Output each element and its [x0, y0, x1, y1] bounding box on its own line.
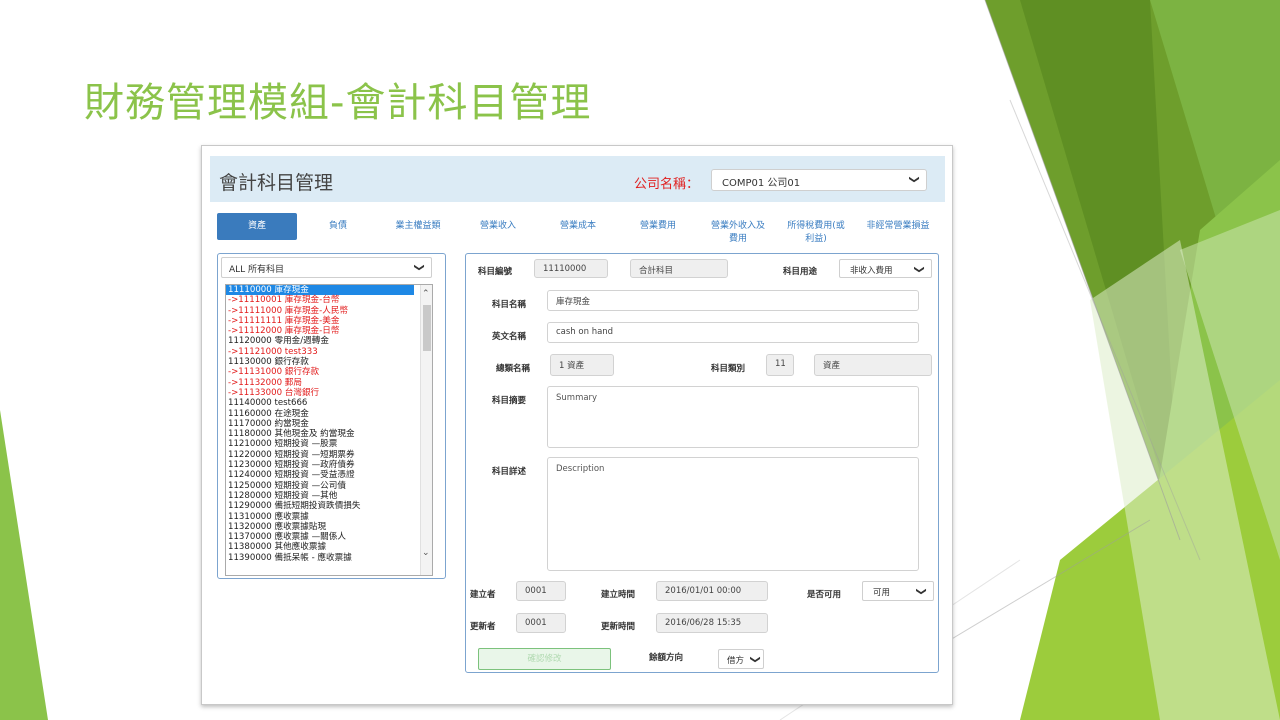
list-item[interactable]: 11120000 零用金/週轉金 [226, 336, 414, 346]
list-item[interactable]: 11310000 應收票據 [226, 512, 414, 522]
list-item[interactable]: ->11132000 郵局 [226, 378, 414, 388]
chevron-down-icon: ❯ [915, 587, 927, 596]
company-select[interactable]: COMP01 公司01 ❯ [711, 169, 927, 191]
description-label: 科目詳述 [492, 467, 527, 477]
list-item[interactable]: 11210000 短期投資 —股票 [226, 439, 414, 449]
list-item[interactable]: 11230000 短期投資 —政府債券 [226, 460, 414, 470]
list-item[interactable]: ->11112000 庫存現金-日幣 [226, 326, 414, 336]
account-usage-value: 非收入費用 [850, 266, 893, 276]
account-type-field: 合計科目 [630, 259, 728, 278]
updater-label: 更新者 [470, 622, 496, 632]
updated-time-label: 更新時間 [601, 622, 636, 632]
list-scrollbar[interactable]: ⌃ ⌄ [420, 285, 432, 575]
tab-assets[interactable]: 資產 [217, 213, 297, 240]
tab-liabilities[interactable]: 負債 [314, 220, 362, 233]
list-item[interactable]: 11130000 銀行存款 [226, 357, 414, 367]
list-item[interactable]: 11170000 約當現金 [226, 419, 414, 429]
company-label: 公司名稱： [634, 177, 700, 192]
tab-operating-revenue[interactable]: 營業收入 [468, 220, 528, 233]
account-class-code-field: 11 [766, 354, 794, 376]
account-usage-select[interactable]: 非收入費用 ❯ [839, 259, 932, 278]
list-item[interactable]: ->11110001 庫存現金-台幣 [226, 295, 414, 305]
chevron-down-icon: ❯ [749, 655, 761, 664]
tab-operating-cost[interactable]: 營業成本 [548, 220, 608, 233]
list-item[interactable]: 11390000 備抵呆帳 - 應收票據 [226, 553, 414, 563]
tab-non-operating[interactable]: 營業外收入及費用 [707, 220, 769, 246]
category-name-label: 總類名稱 [496, 364, 531, 374]
list-item[interactable]: ->11111000 庫存現金-人民幣 [226, 306, 414, 316]
balance-direction-label: 餘額方向 [649, 653, 684, 663]
enabled-value: 可用 [873, 588, 891, 598]
chevron-down-icon: ❯ [908, 175, 920, 184]
slide-title: 財務管理模組-會計科目管理 [84, 80, 592, 126]
summary-textarea[interactable]: Summary [547, 386, 919, 448]
account-class-label: 科目類別 [711, 364, 746, 374]
updater-field: 0001 [516, 613, 566, 633]
account-usage-label: 科目用途 [783, 267, 818, 277]
list-item[interactable]: 11250000 短期投資 —公司債 [226, 481, 414, 491]
list-item[interactable]: 11160000 在途現金 [226, 409, 414, 419]
account-detail-form: 科目編號 11110000 合計科目 科目用途 非收入費用 ❯ 科目名稱 庫存現… [465, 253, 939, 673]
enabled-select[interactable]: 可用 ❯ [862, 581, 934, 601]
list-item[interactable]: 11180000 其他現金及 約當現金 [226, 429, 414, 439]
list-item[interactable]: 11110000 庫存現金 [226, 285, 414, 296]
summary-label: 科目摘要 [492, 396, 527, 406]
balance-direction-value: 借方 [727, 656, 745, 666]
tab-extraordinary[interactable]: 非經常營業損益 [866, 220, 930, 233]
app-window: 會計科目管理 公司名稱： COMP01 公司01 ❯ 資產 負債 業主權益類 營… [201, 145, 953, 705]
list-item[interactable]: 11140000 test666 [226, 398, 414, 408]
account-class-name-field: 資產 [814, 354, 932, 376]
tab-operating-expense[interactable]: 營業費用 [628, 220, 688, 233]
updated-time-field: 2016/06/28 15:35 [656, 613, 768, 633]
account-name-label: 科目名稱 [492, 300, 527, 310]
list-item[interactable]: ->11133000 台灣銀行 [226, 388, 414, 398]
balance-direction-select[interactable]: 借方 ❯ [718, 649, 764, 669]
category-name-field: 1 資產 [550, 354, 614, 376]
account-name-input[interactable]: 庫存現金 [547, 290, 919, 311]
list-item[interactable]: 11220000 短期投資 —短期票券 [226, 450, 414, 460]
account-list-panel: ALL 所有科目 ❯ 11110000 庫存現金 ->11110001 庫存現金-… [217, 253, 446, 579]
list-item[interactable]: ->11121000 test333 [226, 347, 414, 357]
created-time-field: 2016/01/01 00:00 [656, 581, 768, 601]
scroll-up-icon[interactable]: ⌃ [422, 289, 430, 299]
window-header: 會計科目管理 公司名稱： COMP01 公司01 ❯ [210, 156, 945, 202]
list-item[interactable]: 11370000 應收票據 —關係人 [226, 532, 414, 542]
list-item[interactable]: ->11111111 庫存現金-美金 [226, 316, 414, 326]
creator-field: 0001 [516, 581, 566, 601]
english-name-input[interactable]: cash on hand [547, 322, 919, 343]
scroll-down-icon[interactable]: ⌄ [422, 548, 430, 558]
account-filter-select[interactable]: ALL 所有科目 ❯ [221, 257, 432, 278]
account-filter-value: ALL 所有科目 [229, 265, 285, 275]
tab-income-tax[interactable]: 所得稅費用(或利益) [786, 220, 846, 246]
english-name-label: 英文名稱 [492, 332, 527, 342]
enabled-label: 是否可用 [807, 590, 842, 600]
page-title: 會計科目管理 [219, 172, 334, 194]
list-item[interactable]: 11280000 短期投資 —其他 [226, 491, 414, 501]
creator-label: 建立者 [470, 590, 496, 600]
list-item[interactable]: 11240000 短期投資 —受益憑證 [226, 470, 414, 480]
list-item[interactable]: ->11131000 銀行存款 [226, 367, 414, 377]
list-item[interactable]: 11320000 應收票據貼現 [226, 522, 414, 532]
chevron-down-icon: ❯ [913, 265, 925, 274]
account-code-label: 科目編號 [478, 267, 513, 277]
description-textarea[interactable]: Description [547, 457, 919, 571]
account-code-field: 11110000 [534, 259, 608, 278]
company-select-value: COMP01 公司01 [722, 178, 801, 189]
chevron-down-icon: ❯ [413, 263, 425, 272]
account-list[interactable]: 11110000 庫存現金 ->11110001 庫存現金-台幣 ->1111100… [225, 284, 433, 576]
list-item[interactable]: 11290000 備抵短期投資跌價損失 [226, 501, 414, 511]
confirm-edit-button[interactable]: 確認修改 [478, 648, 611, 670]
tab-equity[interactable]: 業主權益類 [388, 220, 448, 233]
list-item[interactable]: 11380000 其他應收票據 [226, 542, 414, 552]
created-time-label: 建立時間 [601, 590, 636, 600]
scrollbar-thumb[interactable] [423, 305, 431, 351]
